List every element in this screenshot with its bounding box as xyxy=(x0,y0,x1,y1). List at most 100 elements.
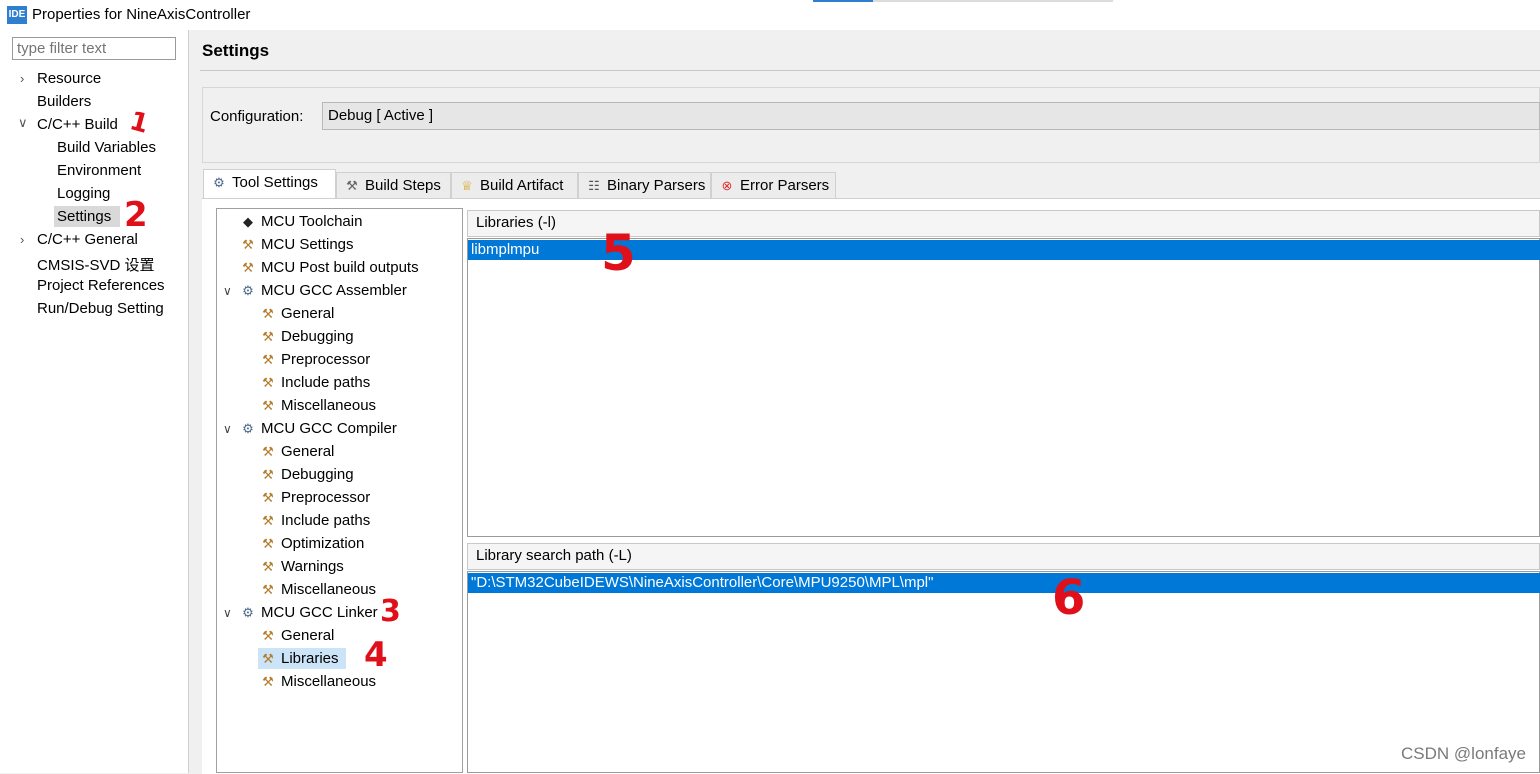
tree-item-cc-warnings[interactable]: ⚒ Warnings xyxy=(260,558,344,575)
tree-item-assembler[interactable]: ⚙ MCU GCC Assembler xyxy=(240,282,407,299)
build-steps-icon: ⚒ xyxy=(346,178,358,193)
nav-item-project-references[interactable]: Project References xyxy=(37,277,165,294)
tree-label: General xyxy=(281,627,335,644)
annotation-4: 4 xyxy=(364,635,388,675)
tree-item-compiler[interactable]: ⚙ MCU GCC Compiler xyxy=(240,420,397,437)
window-title: Properties for NineAxisController xyxy=(32,6,251,23)
configuration-select[interactable]: Debug [ Active ] xyxy=(322,102,1540,130)
tool-settings-icon: ⚙ xyxy=(213,175,225,190)
page-title: Settings xyxy=(202,41,270,60)
trophy-icon: ♕ xyxy=(461,178,473,193)
tree-item-asm-general[interactable]: ⚒ General xyxy=(260,305,334,322)
nav-item-cmsis-svd[interactable]: CMSIS-SVD 设置 xyxy=(37,254,155,275)
gear-icon: ⚙ xyxy=(242,605,254,620)
folder-tool-icon: ⚒ xyxy=(262,398,274,413)
nav-item-logging[interactable]: Logging xyxy=(57,185,110,202)
tree-item-asm-misc[interactable]: ⚒ Miscellaneous xyxy=(260,397,376,414)
folder-tool-icon: ⚒ xyxy=(262,536,274,551)
tree-item-mcu-post-build[interactable]: ⚒ MCU Post build outputs xyxy=(240,259,419,276)
tree-item-mcu-toolchain[interactable]: ◆ MCU Toolchain xyxy=(240,213,362,230)
folder-tool-icon: ⚒ xyxy=(262,559,274,574)
folder-tool-icon: ⚒ xyxy=(262,674,274,689)
tab-label: Tool Settings xyxy=(232,174,318,191)
chevron-down-icon[interactable]: ∨ xyxy=(18,115,28,131)
annotation-6: 6 xyxy=(1052,570,1086,626)
chevron-down-icon[interactable]: ∨ xyxy=(223,284,232,298)
tree-item-cc-include-paths[interactable]: ⚒ Include paths xyxy=(260,512,370,529)
window-titlebar: IDE Properties for NineAxisController xyxy=(0,0,1540,30)
tab-label: Binary Parsers xyxy=(607,177,706,194)
tree-label: Warnings xyxy=(281,558,344,575)
tree-item-asm-debugging[interactable]: ⚒ Debugging xyxy=(260,328,354,345)
nav-item-resource[interactable]: Resource xyxy=(37,70,101,87)
tree-label: MCU Post build outputs xyxy=(261,259,419,276)
folder-tool-icon: ⚒ xyxy=(262,375,274,390)
tree-label: Include paths xyxy=(281,374,371,391)
tree-label: Debugging xyxy=(281,466,354,483)
nav-item-cpp-general[interactable]: C/C++ General xyxy=(37,231,138,248)
gear-icon: ⚙ xyxy=(242,421,254,436)
tree-item-asm-include-paths[interactable]: ⚒ Include paths xyxy=(260,374,370,391)
gear-icon: ⚙ xyxy=(242,283,254,298)
tab-tool-settings[interactable]: ⚙ Tool Settings xyxy=(203,169,336,199)
annotation-3: 3 xyxy=(380,594,401,629)
tab-build-steps[interactable]: ⚒ Build Steps xyxy=(336,172,451,198)
tree-label: Debugging xyxy=(281,328,354,345)
library-path-list-item[interactable]: "D:\STM32CubeIDEWS\NineAxisController\Co… xyxy=(468,573,1540,593)
tree-label: General xyxy=(281,305,335,322)
chevron-right-icon[interactable]: › xyxy=(20,71,24,86)
tree-label: General xyxy=(281,443,335,460)
annotation-5: 5 xyxy=(601,224,636,282)
tree-label: Optimization xyxy=(281,535,365,552)
folder-tool-icon: ⚒ xyxy=(262,513,274,528)
tree-item-ld-libraries[interactable]: ⚒ Libraries xyxy=(260,650,339,667)
folder-tool-icon: ⚒ xyxy=(262,628,274,643)
tree-label: Libraries xyxy=(281,650,339,667)
libraries-list[interactable] xyxy=(467,238,1540,537)
tree-item-cc-debugging[interactable]: ⚒ Debugging xyxy=(260,466,354,483)
tab-label: Error Parsers xyxy=(740,177,830,194)
library-path-list[interactable] xyxy=(467,571,1540,773)
nav-item-builders[interactable]: Builders xyxy=(37,93,91,110)
tree-item-cc-preprocessor[interactable]: ⚒ Preprocessor xyxy=(260,489,370,506)
folder-tool-icon: ⚒ xyxy=(262,329,274,344)
ide-app-icon: IDE xyxy=(7,6,27,24)
tree-label: MCU GCC Linker xyxy=(261,604,378,621)
configuration-label: Configuration: xyxy=(210,108,304,125)
folder-tool-icon: ⚒ xyxy=(262,306,274,321)
tree-item-ld-misc[interactable]: ⚒ Miscellaneous xyxy=(260,673,376,690)
annotation-2: 2 xyxy=(124,195,148,235)
tree-item-ld-general[interactable]: ⚒ General xyxy=(260,627,334,644)
tree-label: Miscellaneous xyxy=(281,673,377,690)
tree-label: Miscellaneous xyxy=(281,397,377,414)
tree-label: MCU GCC Compiler xyxy=(261,420,397,437)
tree-label: MCU GCC Assembler xyxy=(261,282,407,299)
tab-binary-parsers[interactable]: ☷ Binary Parsers xyxy=(578,172,711,198)
nav-item-build-variables[interactable]: Build Variables xyxy=(57,139,156,156)
folder-tool-icon: ⚒ xyxy=(262,352,274,367)
tab-error-parsers[interactable]: ⊗ Error Parsers xyxy=(711,172,836,198)
nav-item-settings[interactable]: Settings xyxy=(57,208,111,225)
top-accent-line xyxy=(813,0,873,2)
nav-item-cpp-build[interactable]: C/C++ Build xyxy=(37,116,118,133)
tree-label: Miscellaneous xyxy=(281,581,377,598)
tab-build-artifact[interactable]: ♕ Build Artifact xyxy=(451,172,578,198)
tree-item-cc-general[interactable]: ⚒ General xyxy=(260,443,334,460)
binary-file-icon: ☷ xyxy=(588,178,600,193)
nav-item-run-debug[interactable]: Run/Debug Setting xyxy=(37,300,164,317)
tree-item-cc-optimization[interactable]: ⚒ Optimization xyxy=(260,535,364,552)
tree-label: MCU Settings xyxy=(261,236,354,253)
tab-label: Build Artifact xyxy=(480,177,564,194)
chevron-right-icon[interactable]: › xyxy=(20,232,24,247)
tree-item-asm-preprocessor[interactable]: ⚒ Preprocessor xyxy=(260,351,370,368)
filter-input[interactable] xyxy=(12,37,176,60)
tree-item-cc-misc[interactable]: ⚒ Miscellaneous xyxy=(260,581,376,598)
tree-label: Preprocessor xyxy=(281,489,371,506)
folder-tool-icon: ⚒ xyxy=(262,444,274,459)
tree-item-linker[interactable]: ⚙ MCU GCC Linker xyxy=(240,604,378,621)
libraries-title: Libraries (-l) xyxy=(476,214,557,231)
nav-item-environment[interactable]: Environment xyxy=(57,162,141,179)
chevron-down-icon[interactable]: ∨ xyxy=(223,606,232,620)
tree-item-mcu-settings[interactable]: ⚒ MCU Settings xyxy=(240,236,354,253)
chevron-down-icon[interactable]: ∨ xyxy=(223,422,232,436)
